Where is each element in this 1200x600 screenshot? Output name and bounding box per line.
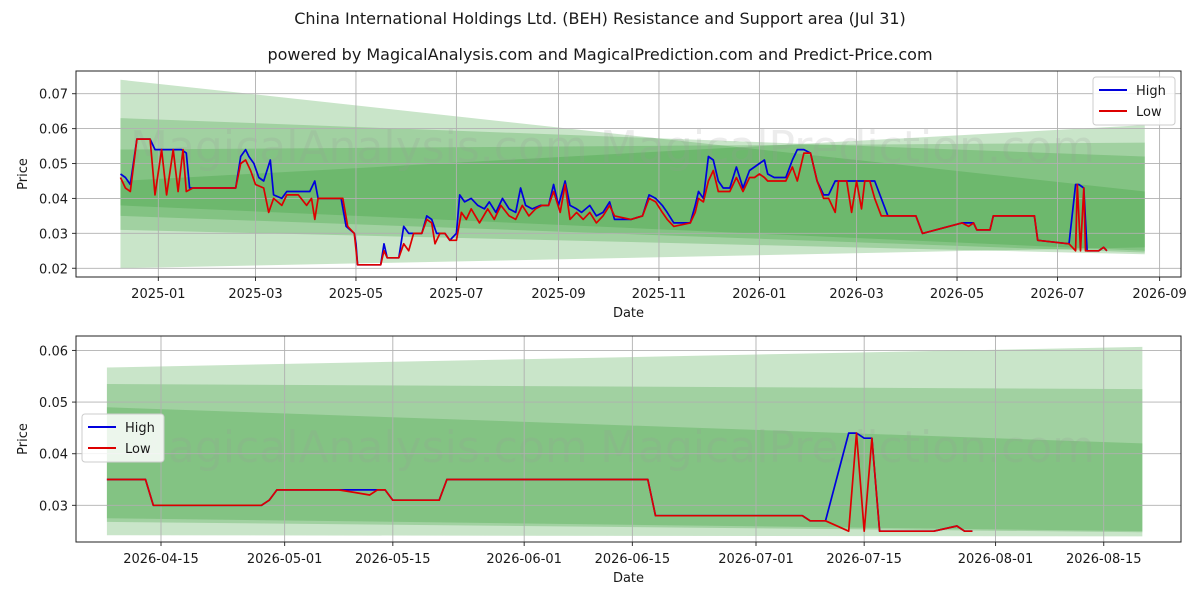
x-tick-label: 2025-05 (329, 287, 383, 302)
x-tick-label: 2026-04-15 (123, 552, 199, 567)
x-tick-label: 2026-06-15 (595, 552, 671, 567)
x-tick-label: 2025-11 (632, 287, 686, 302)
x-tick-label: 2026-07-15 (826, 552, 902, 567)
x-tick-label: 2026-05 (930, 287, 984, 302)
top-chart-panel: MagicalAnalysis.com MagicalPrediction.com… (16, 70, 1187, 321)
y-tick-label: 0.06 (39, 123, 68, 138)
x-tick-label: 2026-08-01 (958, 552, 1034, 567)
x-tick-label: 2026-08-15 (1066, 552, 1142, 567)
x-tick-label: 2026-07-01 (718, 552, 794, 567)
legend-label-low: Low (125, 442, 151, 457)
x-tick-label: 2026-05-15 (355, 552, 431, 567)
watermark-text: MagicalAnalysis.com (130, 122, 588, 173)
x-tick-label: 2026-01 (732, 287, 786, 302)
watermark-text: MagicalPrediction.com (600, 122, 1095, 173)
x-tick-label: 2026-09 (1132, 287, 1186, 302)
x-tick-label: 2026-06-01 (486, 552, 562, 567)
x-tick-label: 2025-01 (131, 287, 185, 302)
y-tick-label: 0.06 (39, 344, 68, 359)
y-tick-label: 0.07 (39, 88, 68, 103)
watermark-text: MagicalAnalysis.com (130, 422, 588, 473)
bottom-chart-panel: MagicalAnalysis.com MagicalPrediction.com… (16, 335, 1182, 586)
chart-canvas: MagicalAnalysis.com MagicalPrediction.com… (16, 70, 1187, 586)
y-tick-label: 0.04 (39, 192, 68, 207)
x-tick-label: 2026-07 (1030, 287, 1084, 302)
watermark-text: MagicalPrediction.com (600, 422, 1095, 473)
x-axis-label: Date (613, 306, 644, 321)
legend-label-high: High (1136, 84, 1166, 99)
x-tick-label: 2026-05-01 (247, 552, 323, 567)
y-tick-label: 0.04 (39, 448, 68, 463)
y-tick-label: 0.03 (39, 499, 68, 514)
y-axis-label: Price (16, 423, 31, 455)
legend-label-high: High (125, 421, 155, 436)
y-tick-label: 0.03 (39, 227, 68, 242)
y-tick-label: 0.05 (39, 396, 68, 411)
y-axis-label: Price (16, 158, 31, 190)
y-tick-label: 0.02 (39, 262, 68, 277)
legend-label-low: Low (1136, 105, 1162, 120)
x-tick-label: 2025-09 (531, 287, 585, 302)
x-axis-label: Date (613, 571, 644, 586)
x-tick-label: 2025-03 (228, 287, 282, 302)
x-tick-label: 2025-07 (429, 287, 483, 302)
x-tick-label: 2026-03 (829, 287, 883, 302)
y-tick-label: 0.05 (39, 158, 68, 173)
